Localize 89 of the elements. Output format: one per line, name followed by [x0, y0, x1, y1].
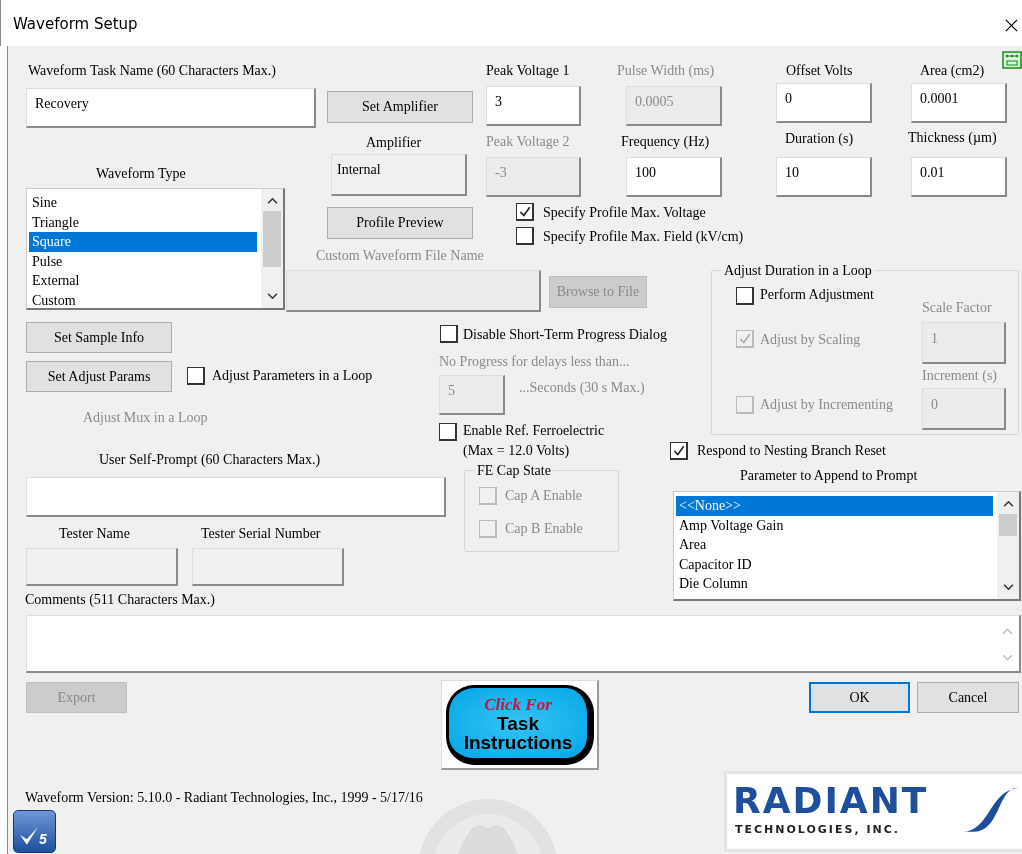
list-item[interactable]: Area [676, 535, 993, 555]
set-sample-info-button[interactable]: Set Sample Info [26, 322, 172, 353]
list-item[interactable]: Pulse [29, 251, 257, 271]
label: Scale Factor [922, 300, 992, 316]
label: Adjust Mux in a Loop [83, 410, 208, 426]
window-title: Waveform Setup [13, 15, 138, 33]
text-field[interactable] [26, 548, 178, 586]
label: User Self-Prompt (60 Characters Max.) [99, 452, 321, 468]
task-instructions-button[interactable]: Click For Task Instructions [446, 685, 594, 765]
list-item[interactable]: Square [29, 232, 257, 252]
amplifier-field: Internal [331, 154, 467, 196]
label: Frequency (Hz) [621, 134, 710, 150]
label: Specify Profile Max. Voltage [543, 205, 706, 221]
label: Waveform Version: 5.10.0 - Radiant Technologies, Inc., 1999 - 5/17/16 [25, 790, 423, 806]
list-item[interactable]: Amp Voltage Gain [676, 515, 993, 535]
label: Waveform Task Name (60 Characters Max.) [28, 63, 276, 79]
checkbox[interactable] [516, 203, 534, 221]
set-amplifier-button[interactable]: Set Amplifier [327, 91, 473, 123]
cancel-button[interactable]: Cancel [917, 682, 1019, 713]
scrollbar-thumb[interactable] [999, 514, 1017, 536]
scroll-down-icon[interactable] [267, 292, 278, 300]
label: Increment (s) [922, 368, 998, 384]
list-item[interactable]: Sine [29, 193, 257, 213]
checkmark-icon [738, 332, 752, 346]
checkmark-icon [672, 444, 686, 458]
list-item[interactable]: Triangle [29, 212, 257, 232]
logo-name: RADIANT [733, 781, 929, 821]
label: Adjust Parameters in a Loop [212, 368, 373, 384]
label: FE Cap State [475, 463, 553, 479]
number-field[interactable]: 0.0001 [911, 83, 1007, 123]
scrollbar[interactable] [261, 189, 283, 308]
list-item[interactable]: Capacitor ID [676, 554, 993, 574]
logo-subtitle: TECHNOLOGIES, INC. [735, 823, 900, 836]
set-adjust-params-button[interactable]: Set Adjust Params [26, 361, 172, 392]
profile-preview-button[interactable]: Profile Preview [327, 207, 473, 239]
label: Duration (s) [785, 131, 854, 147]
label: Custom Waveform File Name [316, 248, 484, 264]
checkbox[interactable] [670, 442, 688, 460]
checkbox[interactable] [187, 367, 205, 385]
label: Pulse Width (ms) [617, 63, 715, 79]
checkbox[interactable] [516, 227, 534, 245]
label: Area (cm2) [920, 63, 985, 79]
label: Adjust by Incrementing [760, 397, 893, 413]
list-box[interactable]: Sine Triangle Square Pulse External Custom [26, 188, 285, 310]
label: Perform Adjustment [760, 287, 874, 303]
label: Enable Ref. Ferroelectric [463, 423, 605, 439]
label: Parameter to Append to Prompt [740, 468, 918, 484]
label: Amplifier [366, 135, 422, 151]
scroll-up-icon[interactable] [1003, 500, 1014, 508]
scrollbar-thumb[interactable] [263, 211, 281, 267]
list-item[interactable]: Custom [29, 290, 257, 310]
list-item[interactable]: Die Column [676, 574, 993, 594]
label: Cap B Enable [505, 521, 583, 537]
scrollbar[interactable] [997, 492, 1019, 599]
label: Comments (511 Characters Max.) [25, 592, 215, 608]
scroll-up-icon[interactable] [267, 197, 278, 205]
ok-button[interactable]: OK [809, 682, 910, 713]
label: Tester Serial Number [201, 526, 321, 542]
label: Specify Profile Max. Field (kV/cm) [543, 229, 744, 245]
close-icon[interactable] [1004, 18, 1019, 33]
list-box[interactable]: <<None>> Amp Voltage Gain Area Capacitor ID Die Column [673, 491, 1021, 601]
label: Peak Voltage 1 [486, 63, 570, 79]
label: Thickness (µm) [908, 130, 997, 146]
label: Cap A Enable [505, 488, 582, 504]
label: Adjust Duration in a Loop [721, 263, 875, 279]
label: (Max = 12.0 Volts) [463, 443, 570, 459]
number-field[interactable]: 100 [626, 157, 722, 197]
label: Adjust by Scaling [760, 332, 861, 348]
list-item[interactable]: External [29, 271, 257, 291]
list-item[interactable]: <<None>> [676, 496, 993, 516]
label: Offset Volts [786, 63, 853, 79]
number-field[interactable]: 0 [776, 83, 872, 123]
label: Tester Name [59, 526, 130, 542]
label: Waveform Type [96, 166, 186, 182]
label: ...Seconds (30 s Max.) [519, 380, 645, 396]
label: Disable Short-Term Progress Dialog [463, 327, 667, 343]
scroll-down-icon[interactable] [1003, 583, 1014, 591]
text-field[interactable] [192, 548, 344, 586]
text-field[interactable]: Recovery [26, 88, 316, 128]
text-field[interactable] [26, 477, 446, 517]
circuit-board-icon[interactable] [1002, 50, 1022, 70]
label: Respond to Nesting Branch Reset [697, 443, 886, 459]
number-field[interactable]: 3 [486, 86, 581, 126]
number-field[interactable]: 0.01 [911, 157, 1007, 197]
number-field[interactable]: 10 [776, 157, 872, 197]
version-number: 5 [39, 831, 47, 847]
label: No Progress for delays less than... [439, 354, 630, 370]
checkmark-icon [518, 205, 532, 219]
label: Peak Voltage 2 [486, 134, 570, 150]
